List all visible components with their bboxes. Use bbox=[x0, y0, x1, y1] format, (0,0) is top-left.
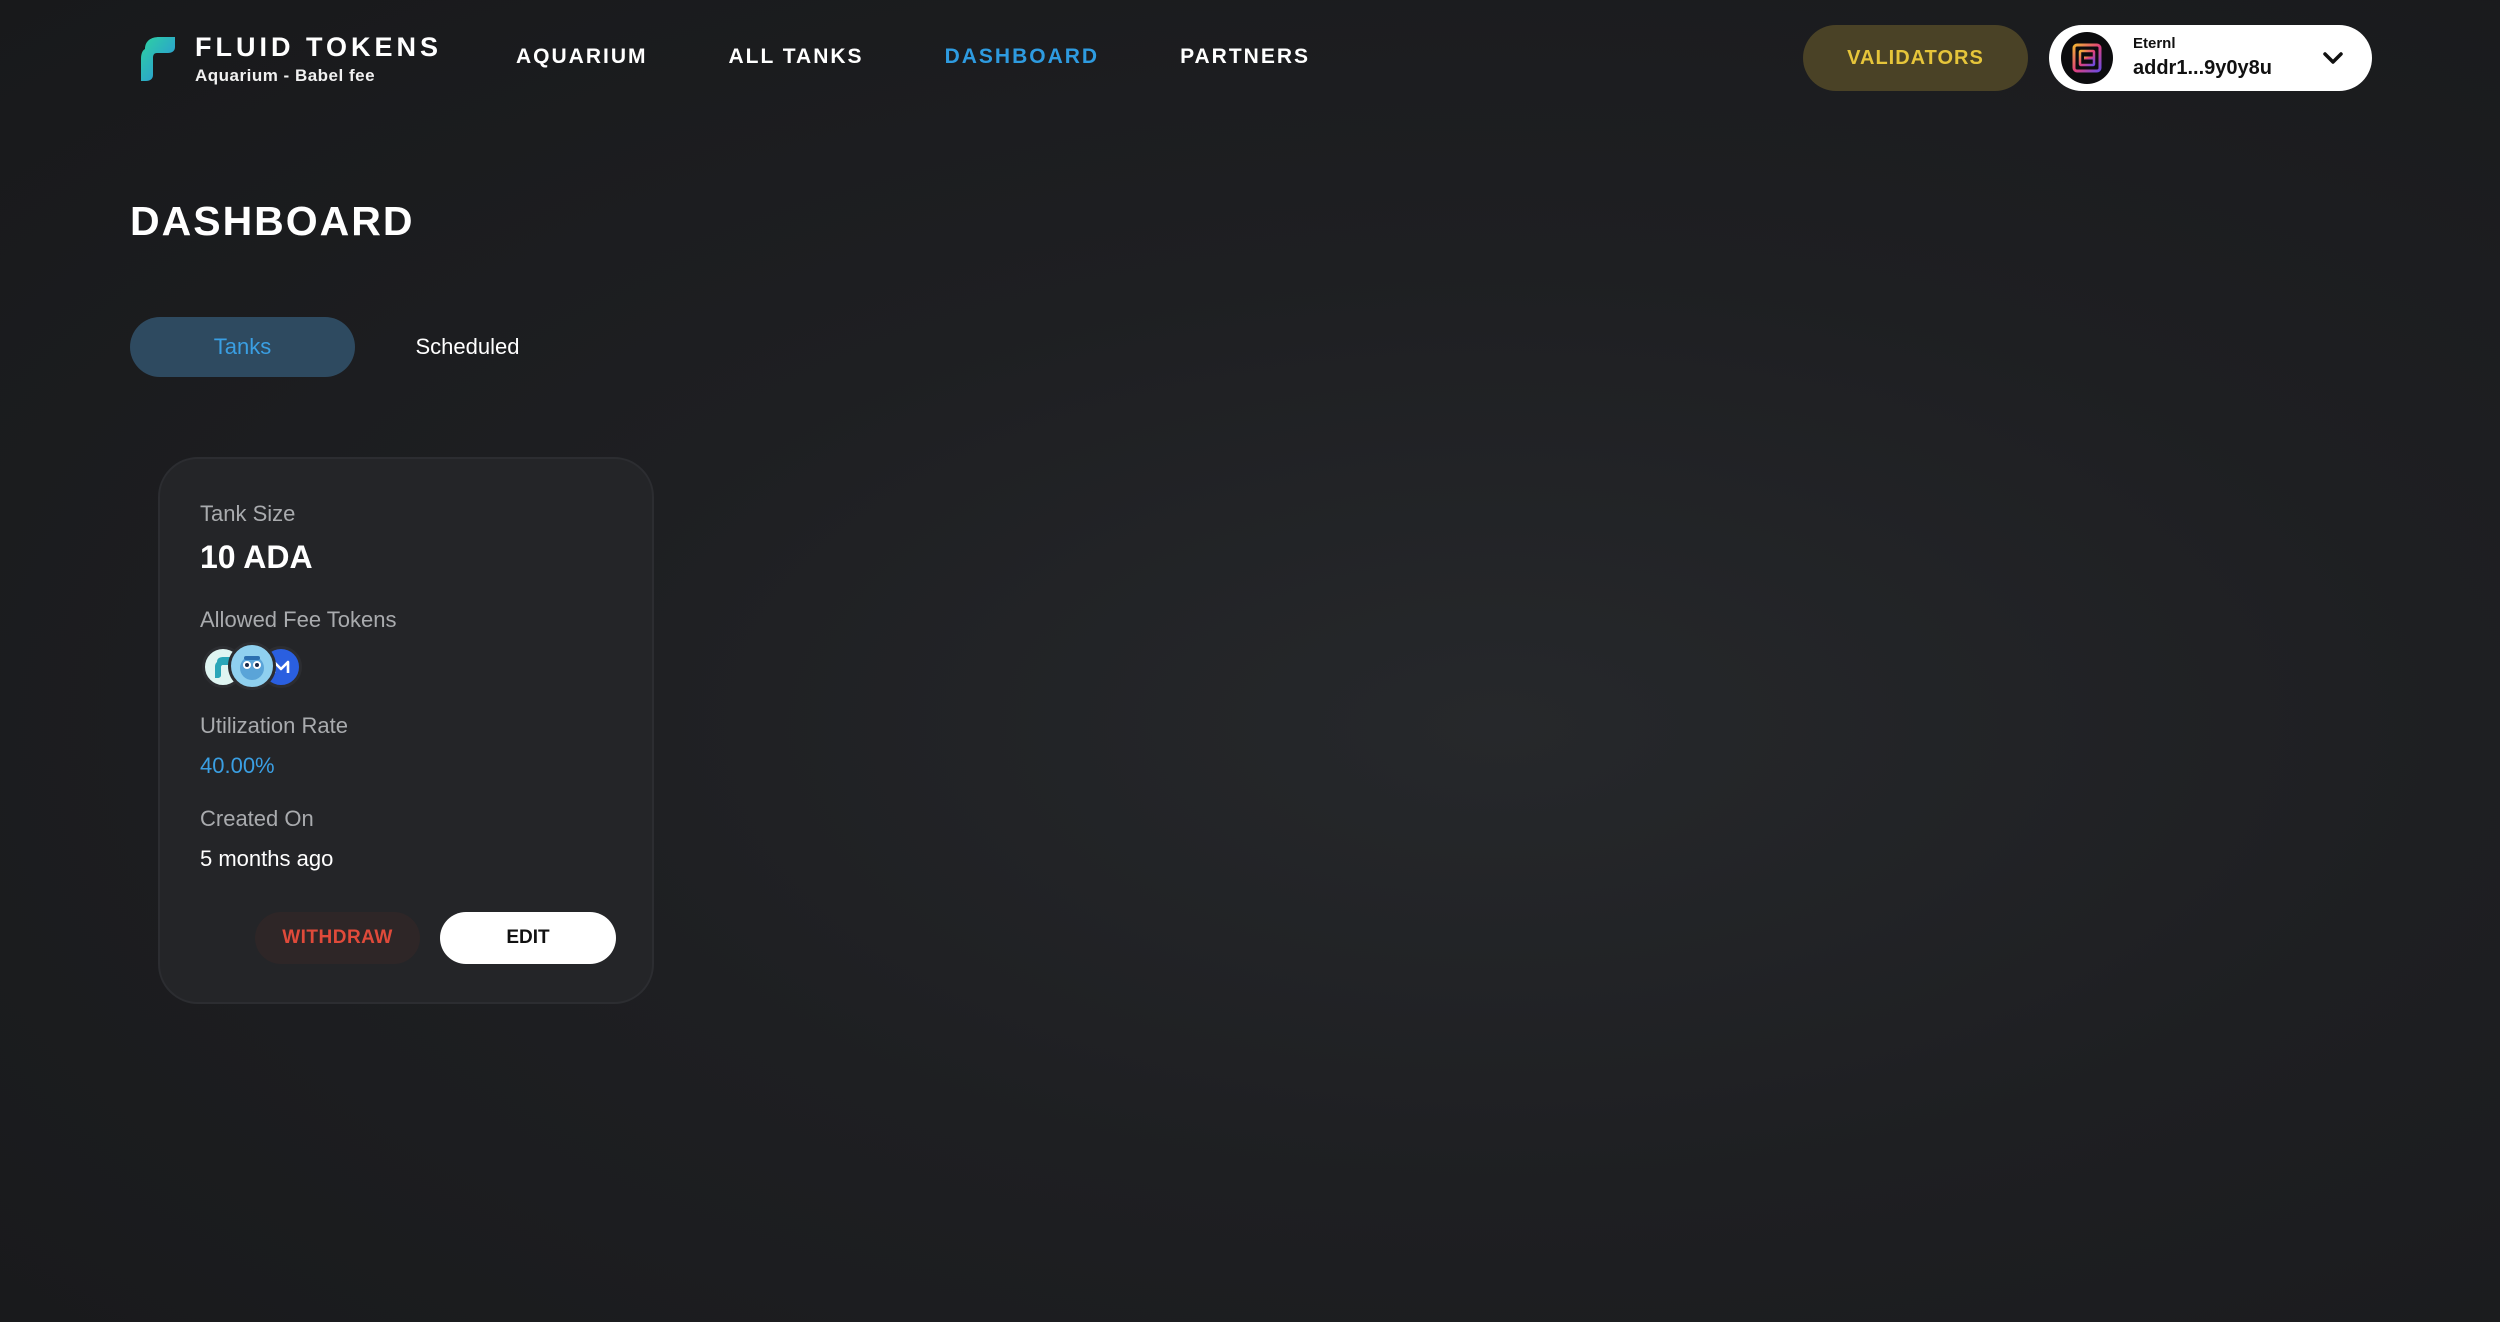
wallet-address: addr1...9y0y8u bbox=[2133, 57, 2272, 79]
created-on-value: 5 months ago bbox=[200, 846, 334, 871]
brand-logo[interactable]: FLUID TOKENS Aquarium - Babel fee bbox=[135, 32, 442, 86]
nav-all-tanks[interactable]: ALL TANKS bbox=[729, 44, 864, 70]
nav-partners[interactable]: PARTNERS bbox=[1180, 44, 1310, 70]
withdraw-button[interactable]: WITHDRAW bbox=[255, 912, 420, 964]
utilization-rate-label: Utilization Rate bbox=[200, 713, 348, 738]
page-background: FLUID TOKENS Aquarium - Babel fee AQUARI… bbox=[0, 0, 2500, 1322]
main-nav: AQUARIUM ALL TANKS DASHBOARD PARTNERS bbox=[516, 44, 1391, 70]
created-on-label: Created On bbox=[200, 806, 314, 831]
utilization-rate-value: 40.00% bbox=[200, 753, 275, 778]
fee-token-list bbox=[202, 642, 322, 694]
chevron-down-icon bbox=[2323, 52, 2343, 64]
wallet-name: Eternl bbox=[2133, 35, 2176, 52]
blue-creature-token-icon[interactable] bbox=[228, 642, 276, 690]
nav-aquarium[interactable]: AQUARIUM bbox=[516, 44, 648, 70]
fluid-tokens-logo-icon bbox=[141, 37, 175, 81]
page-title: DASHBOARD bbox=[130, 198, 415, 244]
wallet-button[interactable]: Eternl addr1...9y0y8u bbox=[2049, 25, 2372, 91]
tank-size-value: 10 ADA bbox=[200, 539, 313, 575]
tank-card: Tank Size 10 ADA Allowed Fee Tokens Util… bbox=[158, 457, 654, 1004]
tab-bar: Tanks Scheduled bbox=[130, 317, 580, 377]
validators-button[interactable]: VALIDATORS bbox=[1803, 25, 2028, 91]
tank-size-label: Tank Size bbox=[200, 501, 296, 526]
eternl-wallet-icon bbox=[2061, 32, 2113, 84]
tab-tanks[interactable]: Tanks bbox=[130, 317, 355, 377]
allowed-fee-tokens-label: Allowed Fee Tokens bbox=[200, 607, 397, 632]
brand-title: FLUID TOKENS bbox=[195, 32, 443, 62]
brand-subtitle: Aquarium - Babel fee bbox=[195, 66, 376, 85]
nav-dashboard[interactable]: DASHBOARD bbox=[945, 44, 1100, 70]
tab-scheduled[interactable]: Scheduled bbox=[355, 317, 580, 377]
edit-button[interactable]: EDIT bbox=[440, 912, 616, 964]
